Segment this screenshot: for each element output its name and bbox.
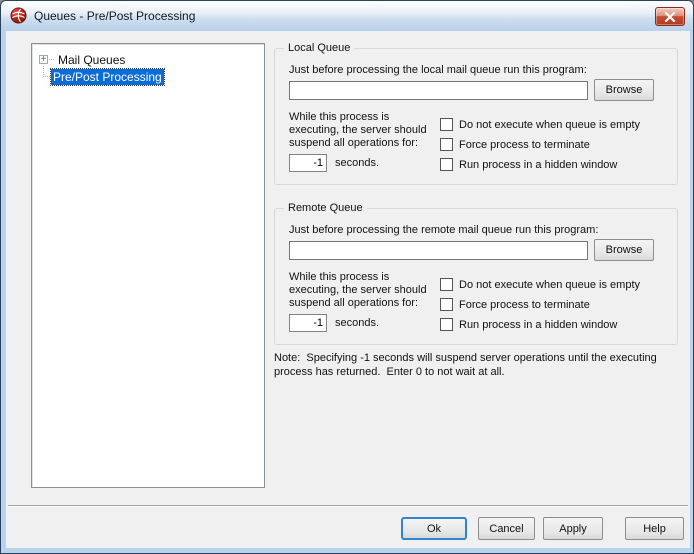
remote-queue-group: Remote Queue Just before processing the … bbox=[274, 208, 678, 345]
local-checkbox-do-not-execute[interactable]: Do not execute when queue is empty bbox=[440, 118, 640, 131]
title-bar[interactable]: Queues - Pre/Post Processing bbox=[1, 1, 693, 30]
remote-seconds-suffix: seconds. bbox=[335, 317, 379, 329]
checkbox-icon[interactable] bbox=[440, 118, 453, 131]
expand-plus-icon[interactable]: + bbox=[39, 55, 48, 64]
checkbox-label: Run process in a hidden window bbox=[459, 319, 617, 331]
apply-button[interactable]: Apply bbox=[543, 517, 603, 540]
local-browse-button[interactable]: Browse bbox=[594, 79, 654, 101]
tree-item-mail-queues[interactable]: + Mail Queues bbox=[32, 51, 264, 68]
window-title: Queues - Pre/Post Processing bbox=[34, 9, 195, 23]
tree-connector bbox=[49, 59, 54, 60]
checkbox-icon[interactable] bbox=[440, 298, 453, 311]
ok-button[interactable]: Ok bbox=[401, 517, 467, 540]
tree-item-pre-post-processing[interactable]: Pre/Post Processing bbox=[32, 68, 264, 85]
cancel-button[interactable]: Cancel bbox=[478, 517, 535, 540]
checkbox-icon[interactable] bbox=[440, 318, 453, 331]
local-checkbox-hidden-window[interactable]: Run process in a hidden window bbox=[440, 158, 617, 171]
local-seconds-suffix: seconds. bbox=[335, 157, 379, 169]
navigation-tree[interactable]: + Mail Queues Pre/Post Processing bbox=[31, 43, 265, 488]
local-program-label: Just before processing the local mail qu… bbox=[289, 64, 587, 76]
remote-program-label: Just before processing the remote mail q… bbox=[289, 224, 598, 236]
group-title: Remote Queue bbox=[284, 202, 367, 214]
close-x-icon bbox=[664, 12, 676, 22]
checkbox-label: Force process to terminate bbox=[459, 299, 590, 311]
remote-checkbox-hidden-window[interactable]: Run process in a hidden window bbox=[440, 318, 617, 331]
tree-connector bbox=[43, 66, 50, 77]
remote-browse-button[interactable]: Browse bbox=[594, 239, 654, 261]
local-program-input[interactable] bbox=[289, 81, 588, 100]
tree-item-label: Mail Queues bbox=[56, 52, 127, 68]
checkbox-icon[interactable] bbox=[440, 158, 453, 171]
footer-separator bbox=[8, 505, 688, 507]
dialog-body: + Mail Queues Pre/Post Processing Local … bbox=[6, 31, 690, 548]
group-title: Local Queue bbox=[284, 42, 354, 54]
remote-checkbox-force-terminate[interactable]: Force process to terminate bbox=[440, 298, 590, 311]
remote-seconds-input[interactable] bbox=[289, 314, 327, 332]
checkbox-icon[interactable] bbox=[440, 138, 453, 151]
close-button[interactable] bbox=[655, 7, 685, 26]
local-seconds-input[interactable] bbox=[289, 154, 327, 172]
checkbox-label: Run process in a hidden window bbox=[459, 159, 617, 171]
dialog-window: Queues - Pre/Post Processing + Mail Queu… bbox=[0, 0, 694, 554]
remote-checkbox-do-not-execute[interactable]: Do not execute when queue is empty bbox=[440, 278, 640, 291]
local-checkbox-force-terminate[interactable]: Force process to terminate bbox=[440, 138, 590, 151]
help-button[interactable]: Help bbox=[625, 517, 684, 540]
checkbox-label: Do not execute when queue is empty bbox=[459, 279, 640, 291]
local-queue-group: Local Queue Just before processing the l… bbox=[274, 48, 678, 185]
tree-item-label: Pre/Post Processing bbox=[51, 69, 164, 85]
mdaemon-app-icon bbox=[10, 7, 27, 24]
remote-program-input[interactable] bbox=[289, 241, 588, 260]
checkbox-label: Do not execute when queue is empty bbox=[459, 119, 640, 131]
checkbox-icon[interactable] bbox=[440, 278, 453, 291]
note-text: Note: Specifying -1 seconds will suspend… bbox=[274, 351, 694, 379]
checkbox-label: Force process to terminate bbox=[459, 139, 590, 151]
